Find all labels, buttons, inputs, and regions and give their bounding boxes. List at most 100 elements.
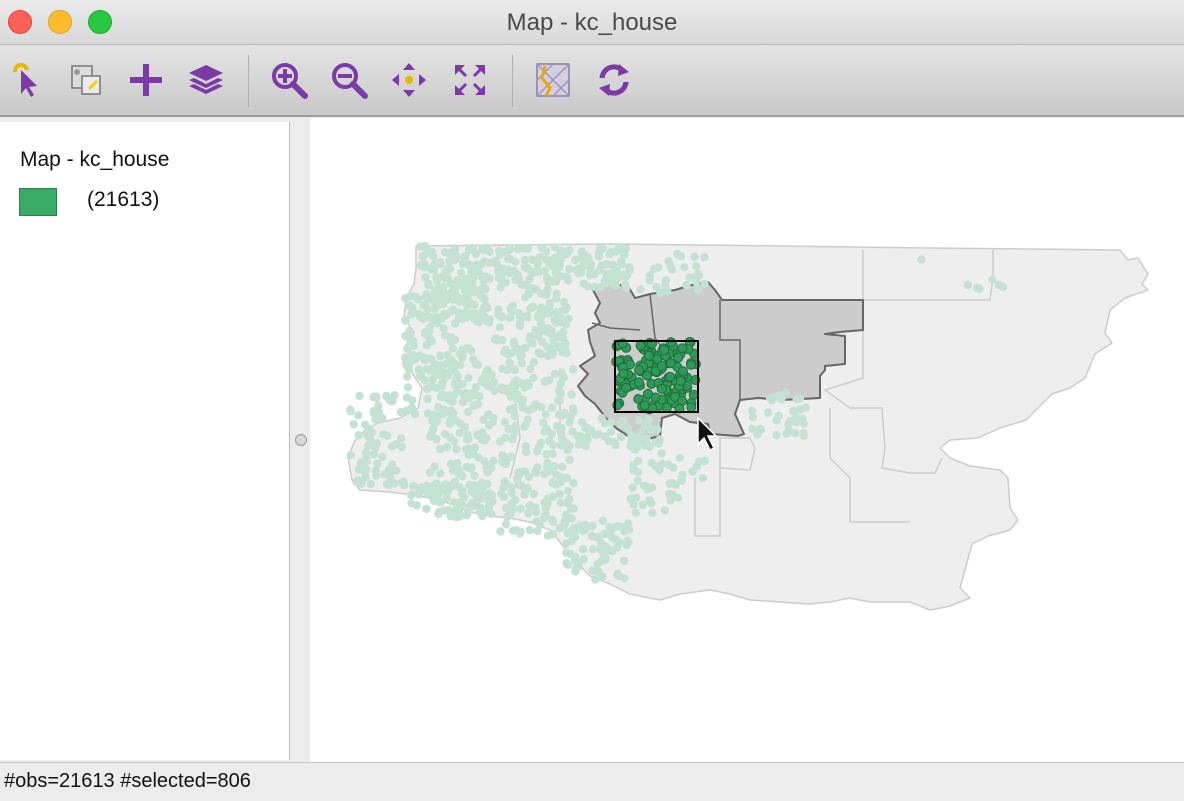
house-point[interactable] xyxy=(790,429,800,438)
house-point[interactable] xyxy=(917,255,926,264)
house-point[interactable] xyxy=(424,279,433,288)
house-point[interactable] xyxy=(562,249,571,259)
house-point[interactable] xyxy=(463,260,473,269)
house-point[interactable] xyxy=(698,473,708,483)
house-point[interactable] xyxy=(366,479,375,489)
house-point[interactable] xyxy=(447,333,456,342)
house-point[interactable] xyxy=(430,304,439,313)
house-point[interactable] xyxy=(462,511,471,520)
house-point[interactable] xyxy=(482,434,491,443)
full-extent-button[interactable] xyxy=(447,57,493,103)
house-point[interactable] xyxy=(404,333,413,342)
house-point[interactable] xyxy=(772,430,781,440)
house-point[interactable] xyxy=(448,305,458,314)
house-point[interactable] xyxy=(460,493,469,502)
house-point[interactable] xyxy=(556,427,565,436)
house-point[interactable] xyxy=(557,368,566,378)
house-point[interactable] xyxy=(536,289,546,298)
house-point[interactable] xyxy=(491,334,501,343)
house-point[interactable] xyxy=(580,520,590,530)
house-point[interactable] xyxy=(440,247,450,257)
splitter-handle[interactable] xyxy=(295,434,307,446)
house-point[interactable] xyxy=(645,484,655,493)
house-point[interactable] xyxy=(523,483,532,493)
house-point[interactable] xyxy=(786,416,795,426)
house-point[interactable] xyxy=(453,458,462,468)
house-point[interactable] xyxy=(700,279,709,289)
selected-house-point[interactable] xyxy=(686,359,696,370)
house-point[interactable] xyxy=(525,526,534,535)
house-point[interactable] xyxy=(648,508,657,517)
house-point[interactable] xyxy=(565,264,574,274)
house-point[interactable] xyxy=(748,412,758,422)
house-point[interactable] xyxy=(655,465,664,475)
house-point[interactable] xyxy=(573,432,583,441)
house-point[interactable] xyxy=(559,297,569,307)
house-point[interactable] xyxy=(665,489,674,499)
house-point[interactable] xyxy=(528,302,537,312)
house-point[interactable] xyxy=(464,344,473,353)
house-point[interactable] xyxy=(633,476,643,485)
house-point[interactable] xyxy=(677,476,686,485)
house-point[interactable] xyxy=(789,406,798,416)
house-point[interactable] xyxy=(620,527,629,536)
house-point[interactable] xyxy=(383,431,392,440)
house-point[interactable] xyxy=(397,478,406,487)
house-point[interactable] xyxy=(462,274,471,284)
house-point[interactable] xyxy=(462,462,471,472)
house-point[interactable] xyxy=(562,548,571,557)
selected-house-point[interactable] xyxy=(639,400,650,411)
house-point[interactable] xyxy=(479,303,489,312)
house-point[interactable] xyxy=(782,429,791,438)
house-point[interactable] xyxy=(548,449,557,458)
house-point[interactable] xyxy=(462,435,472,444)
house-point[interactable] xyxy=(485,274,494,283)
selected-house-point[interactable] xyxy=(642,370,653,381)
house-point[interactable] xyxy=(636,285,645,294)
house-point[interactable] xyxy=(695,271,704,280)
house-point[interactable] xyxy=(801,403,811,412)
house-point[interactable] xyxy=(407,310,416,319)
house-point[interactable] xyxy=(426,366,435,376)
selected-house-point[interactable] xyxy=(686,402,697,413)
house-point[interactable] xyxy=(597,261,606,270)
house-point[interactable] xyxy=(541,410,551,419)
house-point[interactable] xyxy=(363,441,373,451)
house-point[interactable] xyxy=(445,419,454,428)
house-point[interactable] xyxy=(464,373,473,383)
house-point[interactable] xyxy=(407,403,417,412)
house-point[interactable] xyxy=(792,395,801,404)
house-point[interactable] xyxy=(541,510,551,519)
house-point[interactable] xyxy=(641,421,650,430)
house-point[interactable] xyxy=(499,268,508,277)
house-point[interactable] xyxy=(579,555,588,564)
house-point[interactable] xyxy=(434,403,443,412)
house-point[interactable] xyxy=(604,437,614,446)
house-point[interactable] xyxy=(484,381,493,391)
house-point[interactable] xyxy=(591,430,600,440)
house-point[interactable] xyxy=(436,393,446,402)
house-point[interactable] xyxy=(682,281,691,290)
house-point[interactable] xyxy=(362,431,372,440)
house-point[interactable] xyxy=(608,547,617,556)
house-point[interactable] xyxy=(657,449,666,458)
house-point[interactable] xyxy=(485,247,494,256)
house-point[interactable] xyxy=(663,287,672,296)
house-point[interactable] xyxy=(572,563,582,572)
house-point[interactable] xyxy=(480,457,489,466)
house-point[interactable] xyxy=(556,498,565,507)
house-point[interactable] xyxy=(372,393,381,403)
house-point[interactable] xyxy=(460,296,469,305)
house-point[interactable] xyxy=(414,365,424,374)
house-point[interactable] xyxy=(549,335,558,345)
house-point[interactable] xyxy=(432,435,441,444)
house-point[interactable] xyxy=(596,243,605,253)
house-point[interactable] xyxy=(440,429,450,439)
house-point[interactable] xyxy=(512,376,521,385)
house-point[interactable] xyxy=(369,409,379,418)
house-point[interactable] xyxy=(520,422,529,432)
house-point[interactable] xyxy=(444,266,454,275)
house-point[interactable] xyxy=(567,536,576,546)
house-point[interactable] xyxy=(471,359,481,369)
house-point[interactable] xyxy=(570,552,580,561)
